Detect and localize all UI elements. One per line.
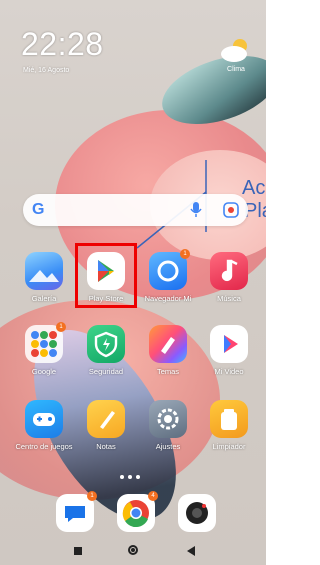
app-label: Mi Video [214, 367, 244, 376]
notification-badge: 1 [87, 491, 97, 501]
app-gallery[interactable]: Galería [12, 252, 76, 303]
page-dot [120, 475, 124, 479]
google-g-icon: G [32, 201, 45, 218]
app-notes[interactable]: Notas [74, 400, 138, 451]
app-mi-video[interactable]: Mi Video [197, 325, 261, 376]
microphone-icon[interactable] [190, 202, 202, 218]
google-search-bar[interactable]: G [23, 194, 248, 226]
app-game-center[interactable]: Centro de juegos [12, 400, 76, 451]
notification-badge: 4 [148, 491, 158, 501]
app-label: Seguridad [88, 367, 124, 376]
shield-icon [87, 325, 125, 363]
chrome-icon: 4 [117, 491, 158, 532]
app-label: Ajustes [155, 442, 181, 451]
app-google-folder[interactable]: 1 Google [12, 322, 76, 376]
app-label: Notas [96, 442, 116, 451]
navigation-bar [0, 540, 266, 565]
music-note-icon [210, 252, 248, 290]
home-button-dot [131, 548, 135, 552]
app-browser[interactable]: 1 Navegador Mi [136, 249, 200, 303]
app-label: Galería [31, 294, 57, 303]
app-label: Limpiador [212, 442, 246, 451]
lens-icon[interactable] [223, 202, 239, 218]
page-dot [128, 475, 132, 479]
app-label: Navegador Mi [144, 294, 192, 303]
camera-icon [178, 494, 216, 532]
page-dot [136, 475, 140, 479]
recents-button[interactable] [74, 547, 82, 555]
app-label: Google [31, 367, 57, 376]
gear-icon [149, 400, 187, 438]
home-screen: 22:28 Mié, 16 Agosto Clima Ac Pla G Gale… [0, 0, 266, 565]
video-play-icon [210, 325, 248, 363]
messages-icon: 1 [56, 491, 97, 532]
app-themes[interactable]: Temas [136, 325, 200, 376]
app-label: Centro de juegos [15, 442, 73, 451]
notification-badge: 1 [56, 322, 66, 332]
back-button[interactable] [186, 545, 196, 557]
app-music[interactable]: Música [197, 252, 261, 303]
gallery-icon [25, 252, 63, 290]
play-store-highlight [75, 243, 137, 308]
app-label: Temas [156, 367, 180, 376]
gamepad-icon [25, 400, 63, 438]
cleaner-icon [210, 400, 248, 438]
app-label: Música [217, 294, 241, 303]
page-indicator [118, 466, 142, 484]
google-folder-icon: 1 [25, 322, 66, 363]
dock-messages[interactable]: 1 [43, 491, 107, 532]
dock-camera[interactable] [165, 494, 229, 532]
browser-icon: 1 [149, 249, 190, 290]
themes-brush-icon [149, 325, 187, 363]
dock-chrome[interactable]: 4 [104, 491, 168, 532]
app-security[interactable]: Seguridad [74, 325, 138, 376]
annotation-text-1: Ac [242, 177, 266, 199]
app-settings[interactable]: Ajustes [136, 400, 200, 451]
app-cleaner[interactable]: Limpiador [197, 400, 261, 451]
notes-pen-icon [87, 400, 125, 438]
notification-badge: 1 [180, 249, 190, 259]
